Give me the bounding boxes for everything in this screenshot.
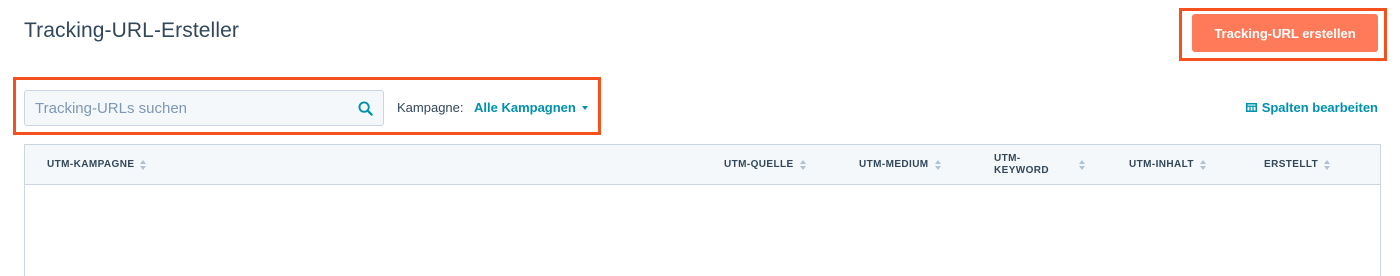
create-tracking-url-button[interactable]: Tracking-URL erstellen <box>1192 14 1378 52</box>
campaign-filter-dropdown[interactable]: Alle Kampagnen <box>474 100 588 115</box>
search-input[interactable] <box>25 91 347 125</box>
column-header-label: ERSTELLT <box>1264 158 1319 170</box>
campaign-filter-value: Alle Kampagnen <box>474 100 576 115</box>
column-header-utm-content[interactable]: UTM-INHALT <box>1129 145 1206 184</box>
sort-icon <box>1199 159 1206 170</box>
edit-columns-label: Spalten bearbeiten <box>1261 100 1378 115</box>
search-box <box>24 90 384 126</box>
sort-icon <box>799 159 806 170</box>
column-header-utm-campaign[interactable]: UTM-KAMPAGNE <box>47 145 147 184</box>
columns-icon <box>1245 100 1257 115</box>
column-header-label: UTM-KAMPAGNE <box>47 158 135 170</box>
column-header-utm-source[interactable]: UTM-QUELLE <box>724 145 806 184</box>
sort-icon <box>1079 159 1085 170</box>
search-icon[interactable] <box>347 90 383 126</box>
column-header-created[interactable]: ERSTELLT <box>1264 145 1331 184</box>
column-header-utm-medium[interactable]: UTM-MEDIUM <box>859 145 941 184</box>
page-title: Tracking-URL-Ersteller <box>24 19 239 42</box>
column-header-label: UTM- KEYWORD <box>994 152 1050 176</box>
caret-down-icon <box>581 106 588 110</box>
tracking-url-table: UTM-KAMPAGNE UTM-QUELLE UTM-MEDIUM UTM- … <box>24 144 1381 276</box>
campaign-filter-label: Kampagne: <box>397 100 464 115</box>
column-header-label: UTM-INHALT <box>1129 158 1194 170</box>
sort-icon <box>1324 159 1331 170</box>
edit-columns-link[interactable]: Spalten bearbeiten <box>1245 100 1378 115</box>
sort-icon <box>140 159 147 170</box>
column-header-label: UTM-QUELLE <box>724 158 794 170</box>
sort-icon <box>934 159 941 170</box>
column-header-utm-keyword[interactable]: UTM- KEYWORD <box>994 145 1085 184</box>
table-header: UTM-KAMPAGNE UTM-QUELLE UTM-MEDIUM UTM- … <box>25 144 1380 185</box>
column-header-label: UTM-MEDIUM <box>859 158 929 170</box>
